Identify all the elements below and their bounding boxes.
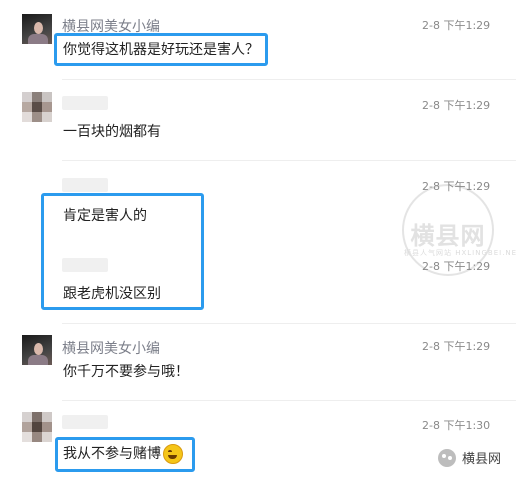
avatar[interactable] xyxy=(22,335,52,365)
divider xyxy=(62,79,516,80)
message-time: 2-8 下午1:29 xyxy=(422,19,491,32)
highlight-box xyxy=(54,33,268,66)
divider xyxy=(62,323,516,324)
blurred-sender-name xyxy=(62,178,108,192)
avatar[interactable] xyxy=(22,14,52,44)
brand-label: 横县网 xyxy=(462,452,502,467)
avatar[interactable] xyxy=(22,92,52,122)
wechat-brand: 横县网 xyxy=(438,448,501,467)
message-text: 你千万不要参与哦！ xyxy=(63,364,189,380)
highlight-box xyxy=(55,437,195,472)
avatar[interactable] xyxy=(22,412,52,442)
divider xyxy=(62,160,516,161)
message-time: 2-8 下午1:29 xyxy=(422,340,491,353)
highlight-box xyxy=(41,193,204,310)
sender-name: 横县网美女小编 xyxy=(62,341,160,357)
wechat-icon xyxy=(438,448,456,467)
divider xyxy=(62,400,516,401)
message-time: 2-8 下午1:30 xyxy=(422,419,491,432)
watermark-title: 横县网 xyxy=(410,222,486,250)
watermark-subtitle: 横县人气网站 HXLINGBEI.NET xyxy=(404,249,516,257)
message-time: 2-8 下午1:29 xyxy=(422,180,491,193)
blurred-sender-name xyxy=(62,96,108,110)
message-text: 一百块的烟都有 xyxy=(63,124,161,140)
blurred-sender-name xyxy=(62,415,108,429)
message-time: 2-8 下午1:29 xyxy=(422,260,491,273)
message-time: 2-8 下午1:29 xyxy=(422,99,491,112)
